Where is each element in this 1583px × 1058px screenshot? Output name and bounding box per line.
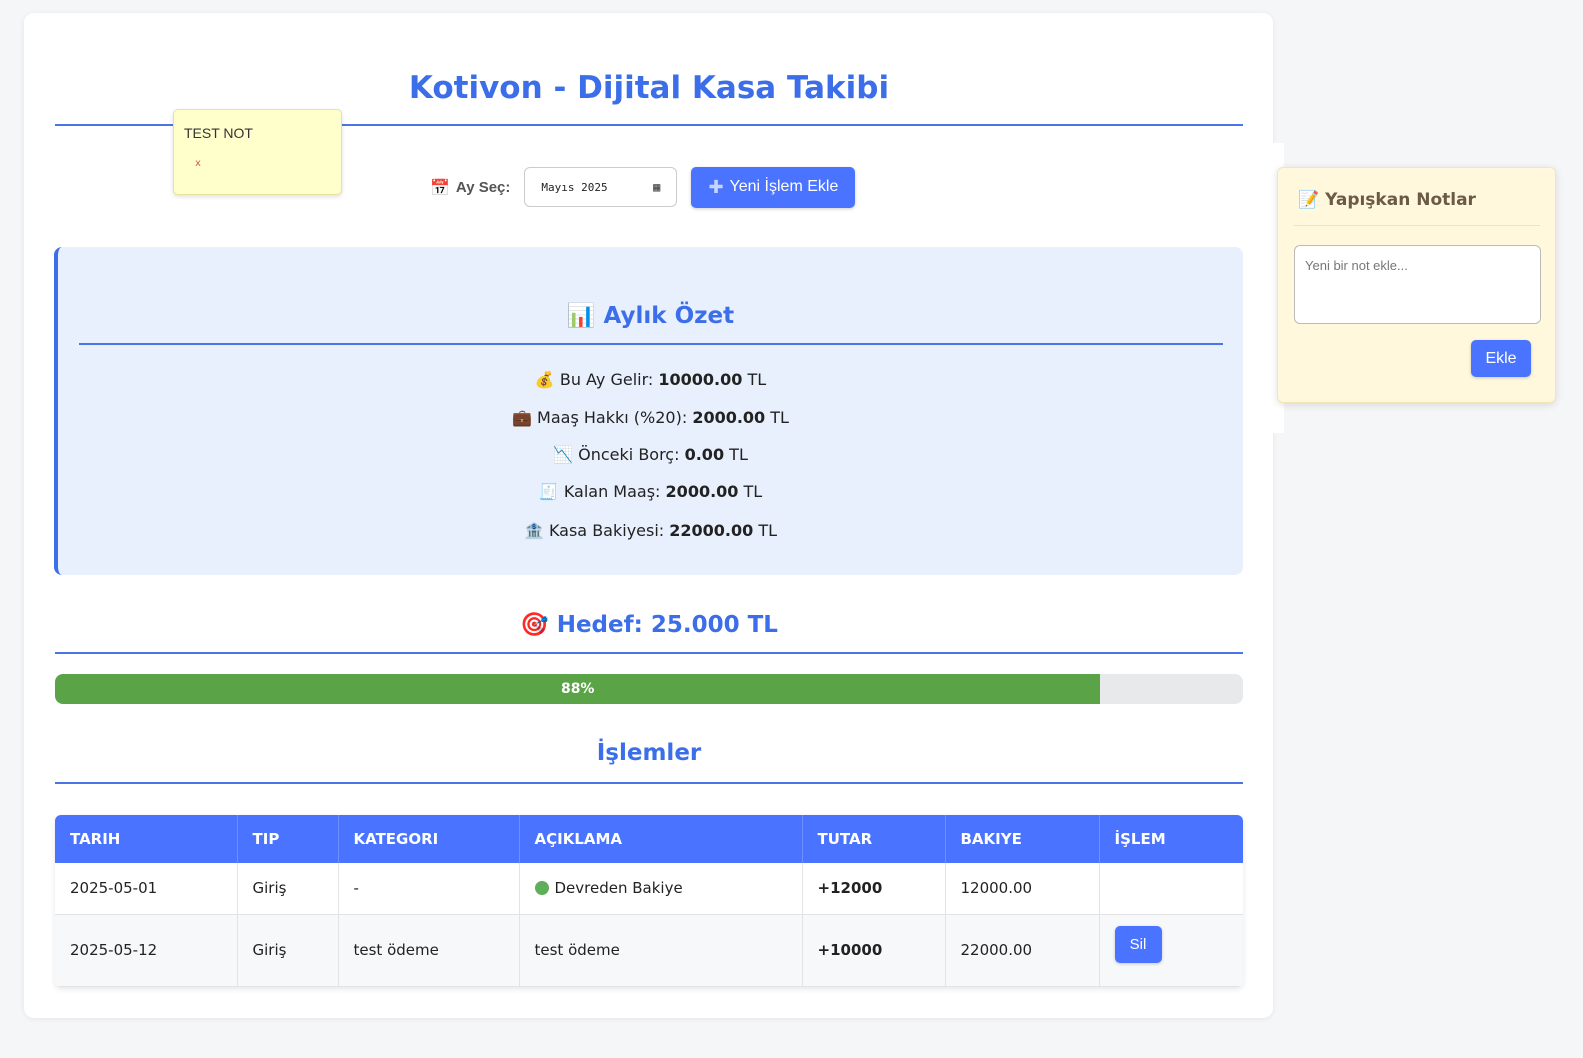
- cell-amount: +10000: [802, 914, 946, 987]
- cell-amount: +12000: [802, 863, 946, 915]
- goal-divider: [55, 652, 1243, 654]
- plus-icon: ✚: [708, 176, 724, 197]
- summary-value: 2000.00: [665, 482, 739, 501]
- summary-unit: TL: [758, 521, 778, 540]
- close-icon[interactable]: x: [195, 158, 201, 169]
- goal-progress-label: 88%: [560, 681, 595, 697]
- goal-progress-fill: 88%: [55, 674, 1101, 704]
- cell-category: test ödeme: [338, 914, 520, 987]
- cell-date: 2025-05-01: [55, 863, 238, 915]
- receipt-icon: 🧾: [538, 482, 559, 501]
- table-row: 2025-05-12 Giriş test ödeme test ödeme +…: [55, 914, 1243, 987]
- summary-row-previous-debt: 📉 Önceki Borç: 0.00 TL: [58, 445, 1243, 464]
- money-bag-icon: 💰: [534, 370, 555, 389]
- summary-label: Kalan Maaş:: [563, 482, 661, 501]
- summary-row-salary-right: 💼 Maaş Hakkı (%20): 2000.00 TL: [58, 408, 1243, 427]
- transactions-table: Tarih Tip Kategori Açıklama Tutar Bakiye…: [55, 815, 1243, 987]
- column-header-action: İşlem: [1099, 815, 1243, 863]
- cell-balance: 12000.00: [945, 863, 1100, 915]
- cell-category: -: [338, 863, 520, 915]
- calendar-icon: 📅: [430, 177, 450, 197]
- goal-title-text: Hedef: 25.000 TL: [556, 612, 778, 638]
- transactions-divider: [55, 782, 1243, 784]
- summary-unit: TL: [743, 482, 763, 501]
- summary-title: 📊 Aylık Özet: [58, 302, 1243, 329]
- cell-action: Sil: [1099, 914, 1243, 987]
- chart-icon: 📊: [566, 303, 596, 329]
- summary-value: 0.00: [684, 445, 725, 464]
- summary-label: Önceki Borç:: [578, 445, 680, 464]
- cell-action: [1099, 863, 1243, 915]
- transactions-title: İşlemler: [596, 740, 702, 766]
- summary-label: Maaş Hakkı (%20):: [537, 408, 688, 427]
- calendar-picker-icon[interactable]: ▦: [653, 180, 660, 194]
- add-transaction-button[interactable]: ✚ Yeni İşlem Ekle: [691, 166, 856, 208]
- memo-icon: 📝: [1298, 190, 1320, 210]
- summary-label: Kasa Bakiyesi:: [548, 521, 665, 540]
- monthly-summary: 📊 Aylık Özet 💰 Bu Ay Gelir: 10000.00 TL …: [54, 247, 1243, 575]
- column-header-date: Tarih: [55, 815, 238, 863]
- bank-icon: 🏦: [523, 521, 544, 540]
- cell-type: Giriş: [237, 914, 339, 987]
- goal-progress-bar: 88%: [55, 674, 1243, 704]
- delete-button[interactable]: Sil: [1114, 925, 1162, 963]
- summary-label: Bu Ay Gelir:: [559, 370, 654, 389]
- new-note-placeholder: Yeni bir not ekle...: [1305, 258, 1408, 273]
- sticky-notes-divider: [1294, 225, 1540, 226]
- column-header-amount: Tutar: [802, 815, 946, 863]
- month-controls: 📅 Ay Seç: Mayıs 2025 ▦ ✚ Yeni İşlem Ekle: [430, 166, 856, 208]
- add-note-button[interactable]: Ekle: [1471, 340, 1531, 377]
- cell-type: Giriş: [237, 863, 339, 915]
- briefcase-icon: 💼: [512, 408, 532, 427]
- month-picker-value: Mayıs 2025: [541, 180, 608, 194]
- sticky-note-text: TEST NOT: [184, 125, 253, 141]
- column-header-category: Kategori: [338, 815, 520, 863]
- sticky-notes-title: 📝 Yapışkan Notlar: [1298, 190, 1476, 210]
- summary-row-income: 💰 Bu Ay Gelir: 10000.00 TL: [58, 370, 1243, 389]
- target-icon: 🎯: [520, 612, 549, 638]
- page-title: Kotivon - Dijital Kasa Takibi: [408, 70, 890, 106]
- cell-description: Devreden Bakiye: [519, 863, 803, 915]
- green-circle-icon: [534, 881, 549, 896]
- summary-unit: TL: [729, 445, 748, 464]
- sticky-notes-panel: 📝 Yapışkan Notlar Yeni bir not ekle... E…: [1277, 167, 1556, 403]
- table-row: 2025-05-01 Giriş - Devreden Bakiye +1200…: [55, 863, 1243, 915]
- sticky-notes-title-text: Yapışkan Notlar: [1325, 190, 1476, 210]
- summary-value: 22000.00: [669, 521, 754, 540]
- cell-balance: 22000.00: [945, 914, 1100, 987]
- summary-value: 2000.00: [692, 408, 766, 427]
- summary-unit: TL: [747, 370, 767, 389]
- cell-date: 2025-05-12: [55, 914, 238, 987]
- column-header-balance: Bakiye: [945, 815, 1100, 863]
- cell-description-text: Devreden Bakiye: [554, 879, 683, 898]
- column-header-description: Açıklama: [519, 815, 803, 863]
- column-header-type: Tip: [237, 815, 339, 863]
- month-picker-input[interactable]: Mayıs 2025 ▦: [524, 167, 678, 207]
- summary-unit: TL: [770, 408, 789, 427]
- table-header-row: Tarih Tip Kategori Açıklama Tutar Bakiye…: [55, 815, 1243, 863]
- summary-row-remaining-salary: 🧾 Kalan Maaş: 2000.00 TL: [58, 482, 1243, 501]
- chart-down-icon: 📉: [553, 445, 574, 464]
- goal-title: 🎯 Hedef: 25.000 TL: [55, 611, 1243, 638]
- add-transaction-label: Yeni İşlem Ekle: [729, 178, 839, 195]
- cell-description: test ödeme: [519, 914, 803, 987]
- summary-row-cash-balance: 🏦 Kasa Bakiyesi: 22000.00 TL: [58, 521, 1243, 540]
- sticky-note[interactable]: TEST NOT x: [173, 109, 342, 195]
- summary-value: 10000.00: [658, 370, 743, 389]
- new-note-textarea[interactable]: Yeni bir not ekle...: [1294, 245, 1541, 324]
- summary-divider: [79, 343, 1223, 345]
- summary-title-text: Aylık Özet: [603, 303, 735, 329]
- month-label: Ay Seç:: [455, 178, 511, 196]
